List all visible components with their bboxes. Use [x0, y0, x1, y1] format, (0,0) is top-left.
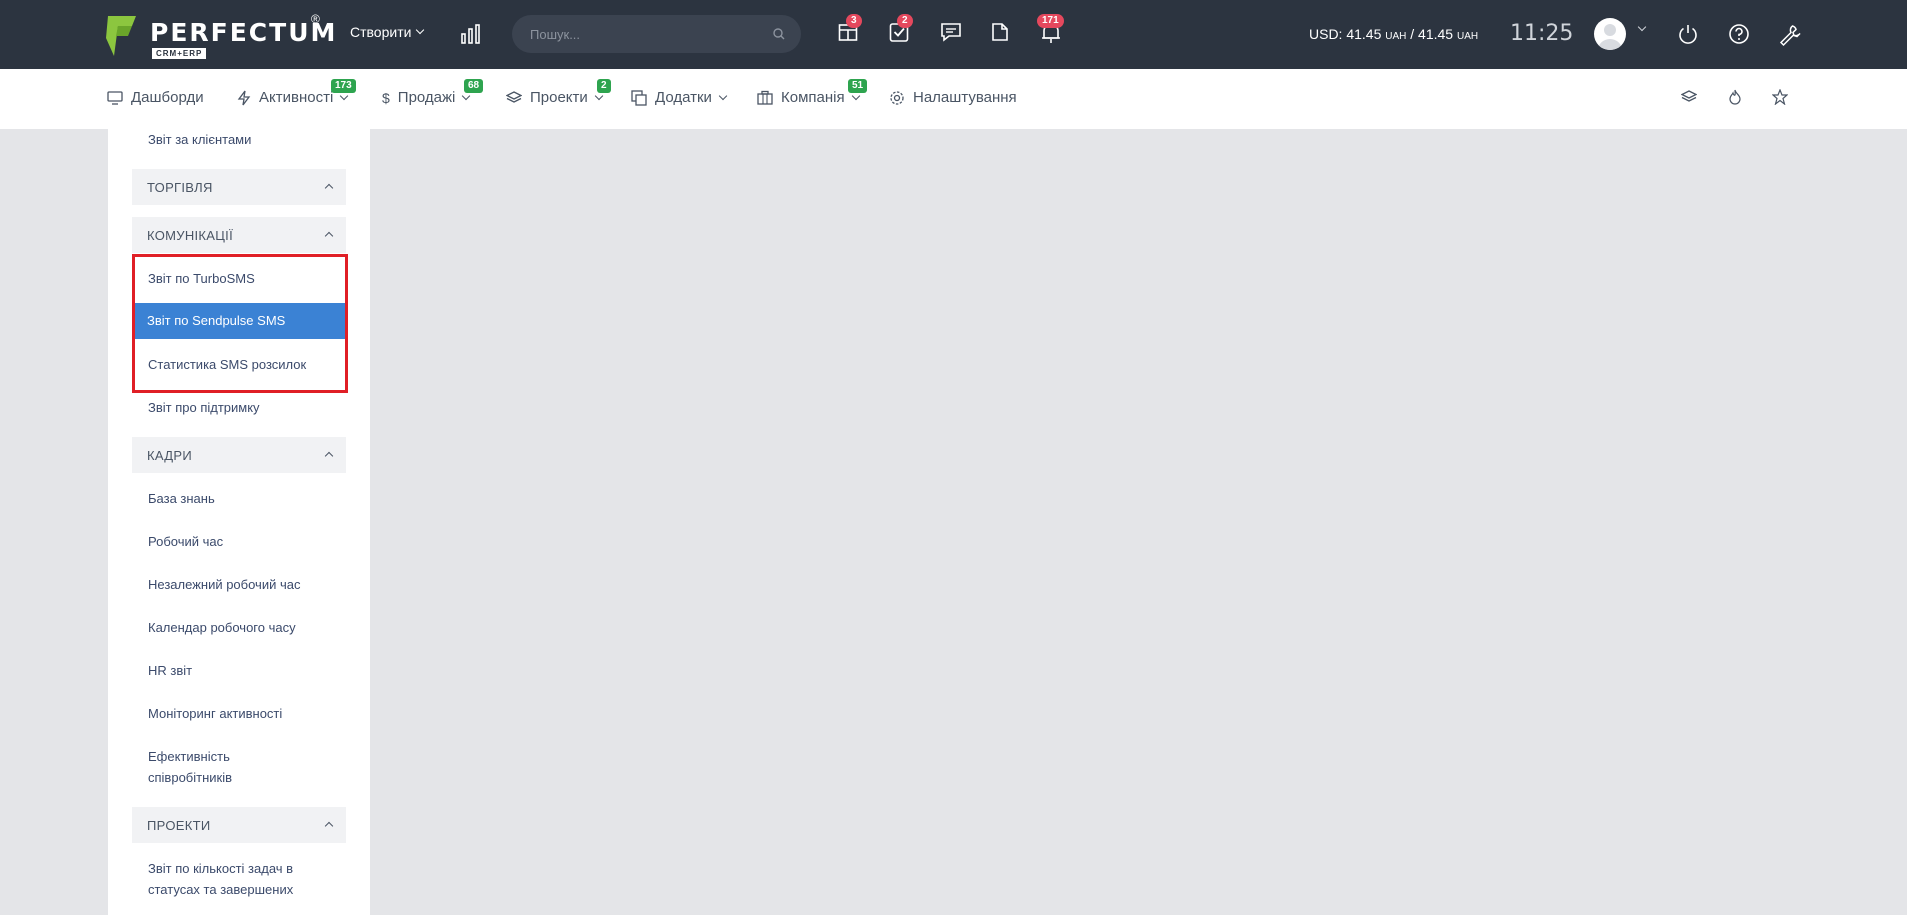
sidebar-item-client-report[interactable]: Звіт за клієнтами	[148, 129, 338, 150]
nav-addons[interactable]: Додатки	[631, 89, 728, 106]
currency-prefix: USD: 41.45	[1309, 26, 1382, 42]
nav-dashboards[interactable]: Дашборди	[107, 89, 204, 106]
currency-rate: USD: 41.45 UAH / 41.45 UAH	[1309, 26, 1478, 42]
search-box	[512, 15, 801, 53]
dollar-icon: $	[382, 89, 390, 106]
nav-projects[interactable]: Проекти 2	[506, 79, 611, 106]
chevron-up-icon	[324, 821, 334, 831]
clock: 11:25	[1510, 21, 1574, 46]
sidebar-item-tasks-report[interactable]: Звіт по кількості задач в статусах та за…	[148, 858, 328, 900]
notifications-badge: 171	[1037, 14, 1064, 28]
chat-icon-button[interactable]	[940, 22, 962, 47]
chevron-up-icon	[324, 231, 334, 241]
sidebar-section-trade[interactable]: ТОРГІВЛЯ	[132, 169, 346, 205]
sidebar-section-hr[interactable]: КАДРИ	[132, 437, 346, 473]
chevron-down-icon	[416, 25, 425, 35]
chevron-down-icon	[718, 91, 728, 100]
nav-sales-label: Продажі	[397, 89, 456, 106]
statistics-icon[interactable]	[460, 24, 482, 44]
sales-badge: 68	[464, 79, 484, 93]
fire-icon	[1729, 89, 1741, 105]
projects-badge: 2	[597, 79, 611, 93]
section-title: ТОРГІВЛЯ	[147, 180, 213, 195]
section-title: КАДРИ	[147, 448, 192, 463]
top-bar: PERFECTUM ® CRM+ERP Створити 3 2	[0, 0, 1907, 69]
logo-mark-icon	[106, 16, 136, 56]
user-avatar-icon	[1598, 24, 1622, 50]
nav-dashboards-label: Дашборди	[131, 89, 204, 106]
documents-icon-button[interactable]	[991, 22, 1009, 47]
nav-sales[interactable]: $ Продажі 68	[382, 79, 484, 106]
avatar[interactable]	[1594, 18, 1626, 50]
wrench-icon	[1779, 25, 1801, 47]
chevron-down-icon[interactable]	[1637, 22, 1647, 32]
nav-company[interactable]: Компанія 51	[757, 79, 868, 106]
activities-badge: 173	[331, 79, 356, 93]
deals-icon-button[interactable]: 3	[838, 14, 862, 47]
highlight-frame	[132, 254, 348, 393]
logout-button[interactable]	[1677, 23, 1699, 50]
layers-icon	[1680, 90, 1698, 102]
nav-settings[interactable]: Налаштування	[889, 89, 1017, 106]
lightning-icon	[237, 90, 251, 105]
sidebar-item-employee-efficiency[interactable]: Ефективність співробітників	[148, 746, 298, 788]
section-title: ПРОЕКТИ	[147, 818, 211, 833]
chevron-up-icon	[324, 451, 334, 461]
briefcase-icon	[757, 90, 773, 105]
power-icon	[1679, 25, 1697, 44]
gear-icon	[890, 90, 904, 105]
company-badge: 51	[848, 79, 868, 93]
sidebar-item-support-report[interactable]: Звіт про підтримку	[148, 397, 338, 418]
star-icon	[1771, 88, 1789, 106]
create-label: Створити	[350, 24, 412, 40]
sidebar-item-work-time[interactable]: Робочий час	[148, 531, 338, 552]
chat-icon	[941, 23, 961, 42]
nav-settings-label: Налаштування	[913, 89, 1017, 106]
monitor-icon	[107, 90, 123, 105]
create-button[interactable]: Створити	[350, 24, 425, 40]
search-input[interactable]	[530, 15, 760, 53]
chevron-up-icon	[324, 183, 334, 193]
help-icon	[1729, 24, 1749, 44]
search-icon[interactable]	[773, 28, 785, 40]
nav-company-label: Компанія	[781, 89, 845, 106]
favorites-button[interactable]	[1771, 88, 1789, 110]
sidebar-item-work-calendar[interactable]: Календар робочого часу	[148, 617, 338, 638]
deals-badge: 3	[846, 14, 862, 28]
nav-projects-label: Проекти	[530, 89, 588, 106]
tasks-icon-button[interactable]: 2	[889, 14, 913, 47]
currency-unit: UAH	[1456, 31, 1479, 42]
layers-icon	[506, 90, 522, 103]
sidebar-section-communications[interactable]: КОМУНІКАЦІЇ	[132, 217, 346, 253]
section-title: КОМУНІКАЦІЇ	[147, 228, 234, 243]
brand-name: PERFECTUM	[150, 18, 338, 47]
hot-button[interactable]	[1727, 89, 1743, 110]
sidebar-item-independent-time[interactable]: Незалежний робочий час	[148, 574, 338, 595]
sidebar-item-knowledge-base[interactable]: База знань	[148, 488, 338, 509]
brand-tagline: CRM+ERP	[152, 48, 207, 59]
currency-mid: / 41.45	[1406, 26, 1454, 42]
sidebar-section-projects[interactable]: ПРОЕКТИ	[132, 807, 346, 843]
sidebar-item-activity-monitoring[interactable]: Моніторинг активності	[148, 703, 338, 724]
registered-mark: ®	[311, 12, 320, 26]
main-navigation: Дашборди Активності 173 $ Продажі 68 Про…	[0, 69, 1907, 129]
currency-unit: UAH	[1385, 31, 1407, 42]
perfectum-logo[interactable]: PERFECTUM ® CRM+ERP	[106, 12, 335, 60]
copy-icon	[631, 89, 647, 106]
nav-activities-label: Активності	[259, 89, 334, 106]
help-button[interactable]	[1728, 23, 1750, 50]
sidebar-item-hr-report[interactable]: HR звіт	[148, 660, 338, 681]
tasks-badge: 2	[897, 14, 913, 28]
nav-addons-label: Додатки	[655, 89, 712, 106]
settings-tools-button[interactable]	[1778, 23, 1802, 52]
nav-activities[interactable]: Активності 173	[237, 79, 356, 106]
document-icon	[992, 23, 1008, 41]
notifications-icon-button[interactable]: 171	[1037, 14, 1064, 49]
layers-button[interactable]	[1680, 89, 1698, 110]
